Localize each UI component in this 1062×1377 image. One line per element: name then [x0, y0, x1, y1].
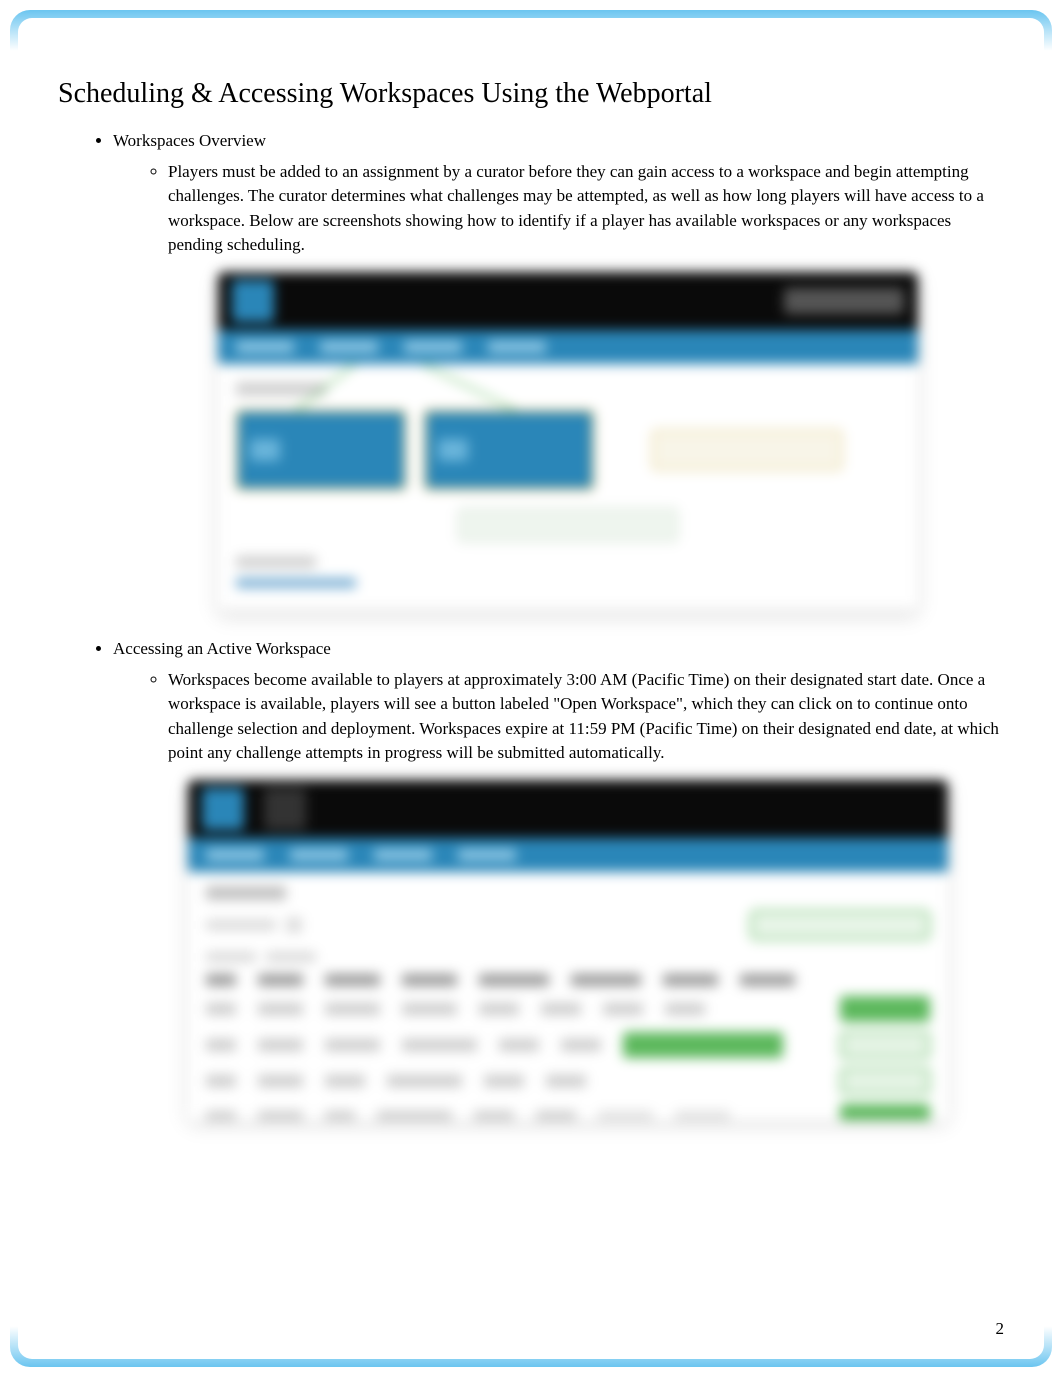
screenshot-header-cell: [571, 974, 641, 986]
screenshot-cell: [546, 1075, 586, 1087]
screenshot-table-row: [206, 1104, 930, 1120]
screenshot-cell: [541, 1003, 581, 1015]
screenshot-cell: [325, 1111, 355, 1120]
screenshot-header-cell: [325, 974, 380, 986]
page-number: 2: [996, 1319, 1005, 1339]
screenshot-cell: [402, 1039, 477, 1051]
screenshot-card-value: [438, 439, 468, 461]
screenshot-cell: [258, 1039, 303, 1051]
screenshot-logo: [202, 788, 244, 830]
screenshot-link: [236, 578, 356, 588]
screenshot-header-cell: [663, 974, 718, 986]
screenshot-button: [840, 1032, 930, 1058]
screenshot-nav-item: [488, 341, 546, 353]
screenshot-button: [840, 1068, 930, 1094]
screenshot-table-row: [206, 1068, 930, 1094]
screenshot-workspaces-overview: [218, 272, 918, 612]
screenshot-cell: [206, 1111, 236, 1120]
screenshot-logo: [232, 280, 274, 322]
screenshot-header-cell: [402, 974, 457, 986]
screenshot-filter-control: [286, 917, 302, 933]
screenshot-filter-row: [206, 952, 930, 962]
screenshot-cell: [598, 1111, 653, 1120]
screenshot-callout: [458, 508, 678, 542]
screenshot-open-workspace-button: [840, 1104, 930, 1120]
screenshot-icon-block: [264, 788, 306, 830]
screenshot-header-cell: [740, 974, 795, 986]
section-heading: Workspaces Overview: [113, 131, 266, 150]
screenshot-table-row: [206, 996, 930, 1022]
screenshot-callout: [652, 430, 842, 470]
screenshot-header-cell: [206, 974, 236, 986]
screenshot-nav-item: [290, 849, 348, 861]
screenshot-header-cell: [479, 974, 549, 986]
screenshot-cell: [665, 1003, 705, 1015]
screenshot-body: [188, 872, 948, 1120]
screenshot-nav-item: [458, 849, 516, 861]
screenshot-body: [218, 364, 918, 606]
screenshot-cell: [536, 1111, 576, 1120]
screenshot-green-callout: [750, 910, 930, 940]
screenshot-cell: [479, 1003, 519, 1015]
screenshot-header: [218, 272, 918, 330]
screenshot-cell: [325, 1003, 380, 1015]
screenshot-table-row: [206, 1032, 930, 1058]
screenshot-cell: [474, 1111, 514, 1120]
screenshot-cell: [484, 1075, 524, 1087]
screenshot-table: [206, 974, 930, 1120]
page-border: Scheduling & Accessing Workspaces Using …: [10, 10, 1052, 1367]
screenshot-nav-item: [404, 341, 462, 353]
screenshot-card-row: [236, 410, 900, 490]
screenshot-nav-item: [206, 849, 264, 861]
screenshot-cell: [206, 1003, 236, 1015]
section-sublist: Workspaces become available to players a…: [113, 668, 1004, 767]
page-title: Scheduling & Accessing Workspaces Using …: [58, 78, 1004, 110]
screenshot-header-cell: [258, 974, 303, 986]
section-item: Workspaces Overview Players must be adde…: [113, 128, 1004, 612]
screenshot-filter-label: [206, 920, 276, 930]
screenshot-cell: [206, 1075, 236, 1087]
screenshot-navbar: [188, 838, 948, 872]
screenshot-title-block: [784, 288, 904, 314]
screenshot-nav-item: [374, 849, 432, 861]
screenshot-card: [424, 410, 594, 490]
screenshot-table-header: [206, 974, 930, 986]
screenshot-cell: [206, 1039, 236, 1051]
screenshot-cell: [561, 1039, 601, 1051]
screenshot-section-label: [236, 382, 326, 396]
screenshot-nav-item: [320, 341, 378, 353]
screenshot-cell: [258, 1075, 303, 1087]
screenshot-active-workspace: [188, 780, 948, 1120]
screenshot-heading: [206, 886, 286, 900]
screenshot-cell: [387, 1075, 462, 1087]
screenshot-navbar: [218, 330, 918, 364]
section-body-text: Workspaces become available to players a…: [168, 668, 1004, 767]
screenshot-open-workspace-button: [840, 996, 930, 1022]
screenshot-cell: [258, 1111, 303, 1120]
section-body-text: Players must be added to an assignment b…: [168, 160, 1004, 259]
section-heading: Accessing an Active Workspace: [113, 639, 331, 658]
page-content: Scheduling & Accessing Workspaces Using …: [18, 18, 1044, 1359]
screenshot-nav-item: [236, 341, 294, 353]
screenshot-cell: [377, 1111, 452, 1120]
screenshot-label: [236, 556, 316, 568]
section-sublist: Players must be added to an assignment b…: [113, 160, 1004, 259]
screenshot-filter-label: [266, 952, 316, 962]
screenshot-cell: [258, 1003, 303, 1015]
screenshot-green-annotation: [623, 1032, 783, 1058]
screenshot-cell: [402, 1003, 457, 1015]
screenshot-card-value: [250, 439, 280, 461]
section-list: Workspaces Overview Players must be adde…: [58, 128, 1004, 1120]
screenshot-header: [188, 780, 948, 838]
screenshot-cell: [603, 1003, 643, 1015]
section-item: Accessing an Active Workspace Workspaces…: [113, 636, 1004, 1120]
screenshot-cell: [325, 1075, 365, 1087]
screenshot-cell: [675, 1111, 730, 1120]
screenshot-filter-label: [206, 952, 256, 962]
screenshot-cell: [325, 1039, 380, 1051]
screenshot-filter-row: [206, 910, 930, 940]
screenshot-card: [236, 410, 406, 490]
screenshot-cell: [499, 1039, 539, 1051]
